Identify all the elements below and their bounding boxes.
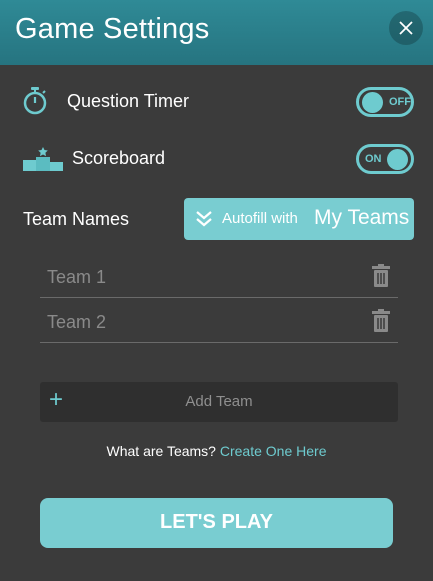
toggle-state: OFF bbox=[389, 96, 411, 108]
create-team-link[interactable]: Create One Here bbox=[220, 443, 327, 459]
double-chevron-down-icon bbox=[196, 211, 212, 227]
lets-play-label: LET'S PLAY bbox=[160, 511, 273, 533]
add-team-button[interactable]: + Add Team bbox=[40, 382, 398, 422]
question-timer-label: Question Timer bbox=[67, 91, 190, 111]
lets-play-button[interactable]: LET'S PLAY bbox=[40, 498, 393, 548]
stopwatch-icon bbox=[23, 87, 47, 115]
team-2-field bbox=[40, 301, 398, 343]
page-title: Game Settings bbox=[15, 13, 210, 45]
trash-icon[interactable] bbox=[372, 264, 390, 288]
autofill-button[interactable]: Autofill with My Teams bbox=[184, 198, 414, 240]
team-1-input[interactable] bbox=[45, 264, 349, 290]
podium-icon bbox=[23, 147, 63, 171]
autofill-prefix: Autofill with bbox=[222, 210, 298, 227]
toggle-knob bbox=[362, 92, 383, 113]
teams-info-question: What are Teams? bbox=[106, 443, 216, 459]
team-names-label: Team Names bbox=[23, 209, 130, 229]
toggle-state: ON bbox=[365, 153, 382, 165]
autofill-source: My Teams bbox=[314, 206, 410, 229]
scoreboard-toggle[interactable]: ON bbox=[356, 144, 414, 174]
question-timer-toggle[interactable]: OFF bbox=[356, 87, 414, 117]
teams-info: What are Teams? Create One Here bbox=[0, 443, 433, 459]
trash-icon[interactable] bbox=[372, 309, 390, 333]
close-icon bbox=[399, 21, 413, 35]
team-1-field bbox=[40, 256, 398, 298]
header-bar: Game Settings bbox=[0, 0, 433, 65]
toggle-knob bbox=[387, 149, 408, 170]
team-2-input[interactable] bbox=[45, 309, 349, 335]
add-team-label: Add Team bbox=[185, 393, 253, 410]
close-button[interactable] bbox=[389, 11, 423, 45]
scoreboard-label: Scoreboard bbox=[72, 148, 166, 168]
